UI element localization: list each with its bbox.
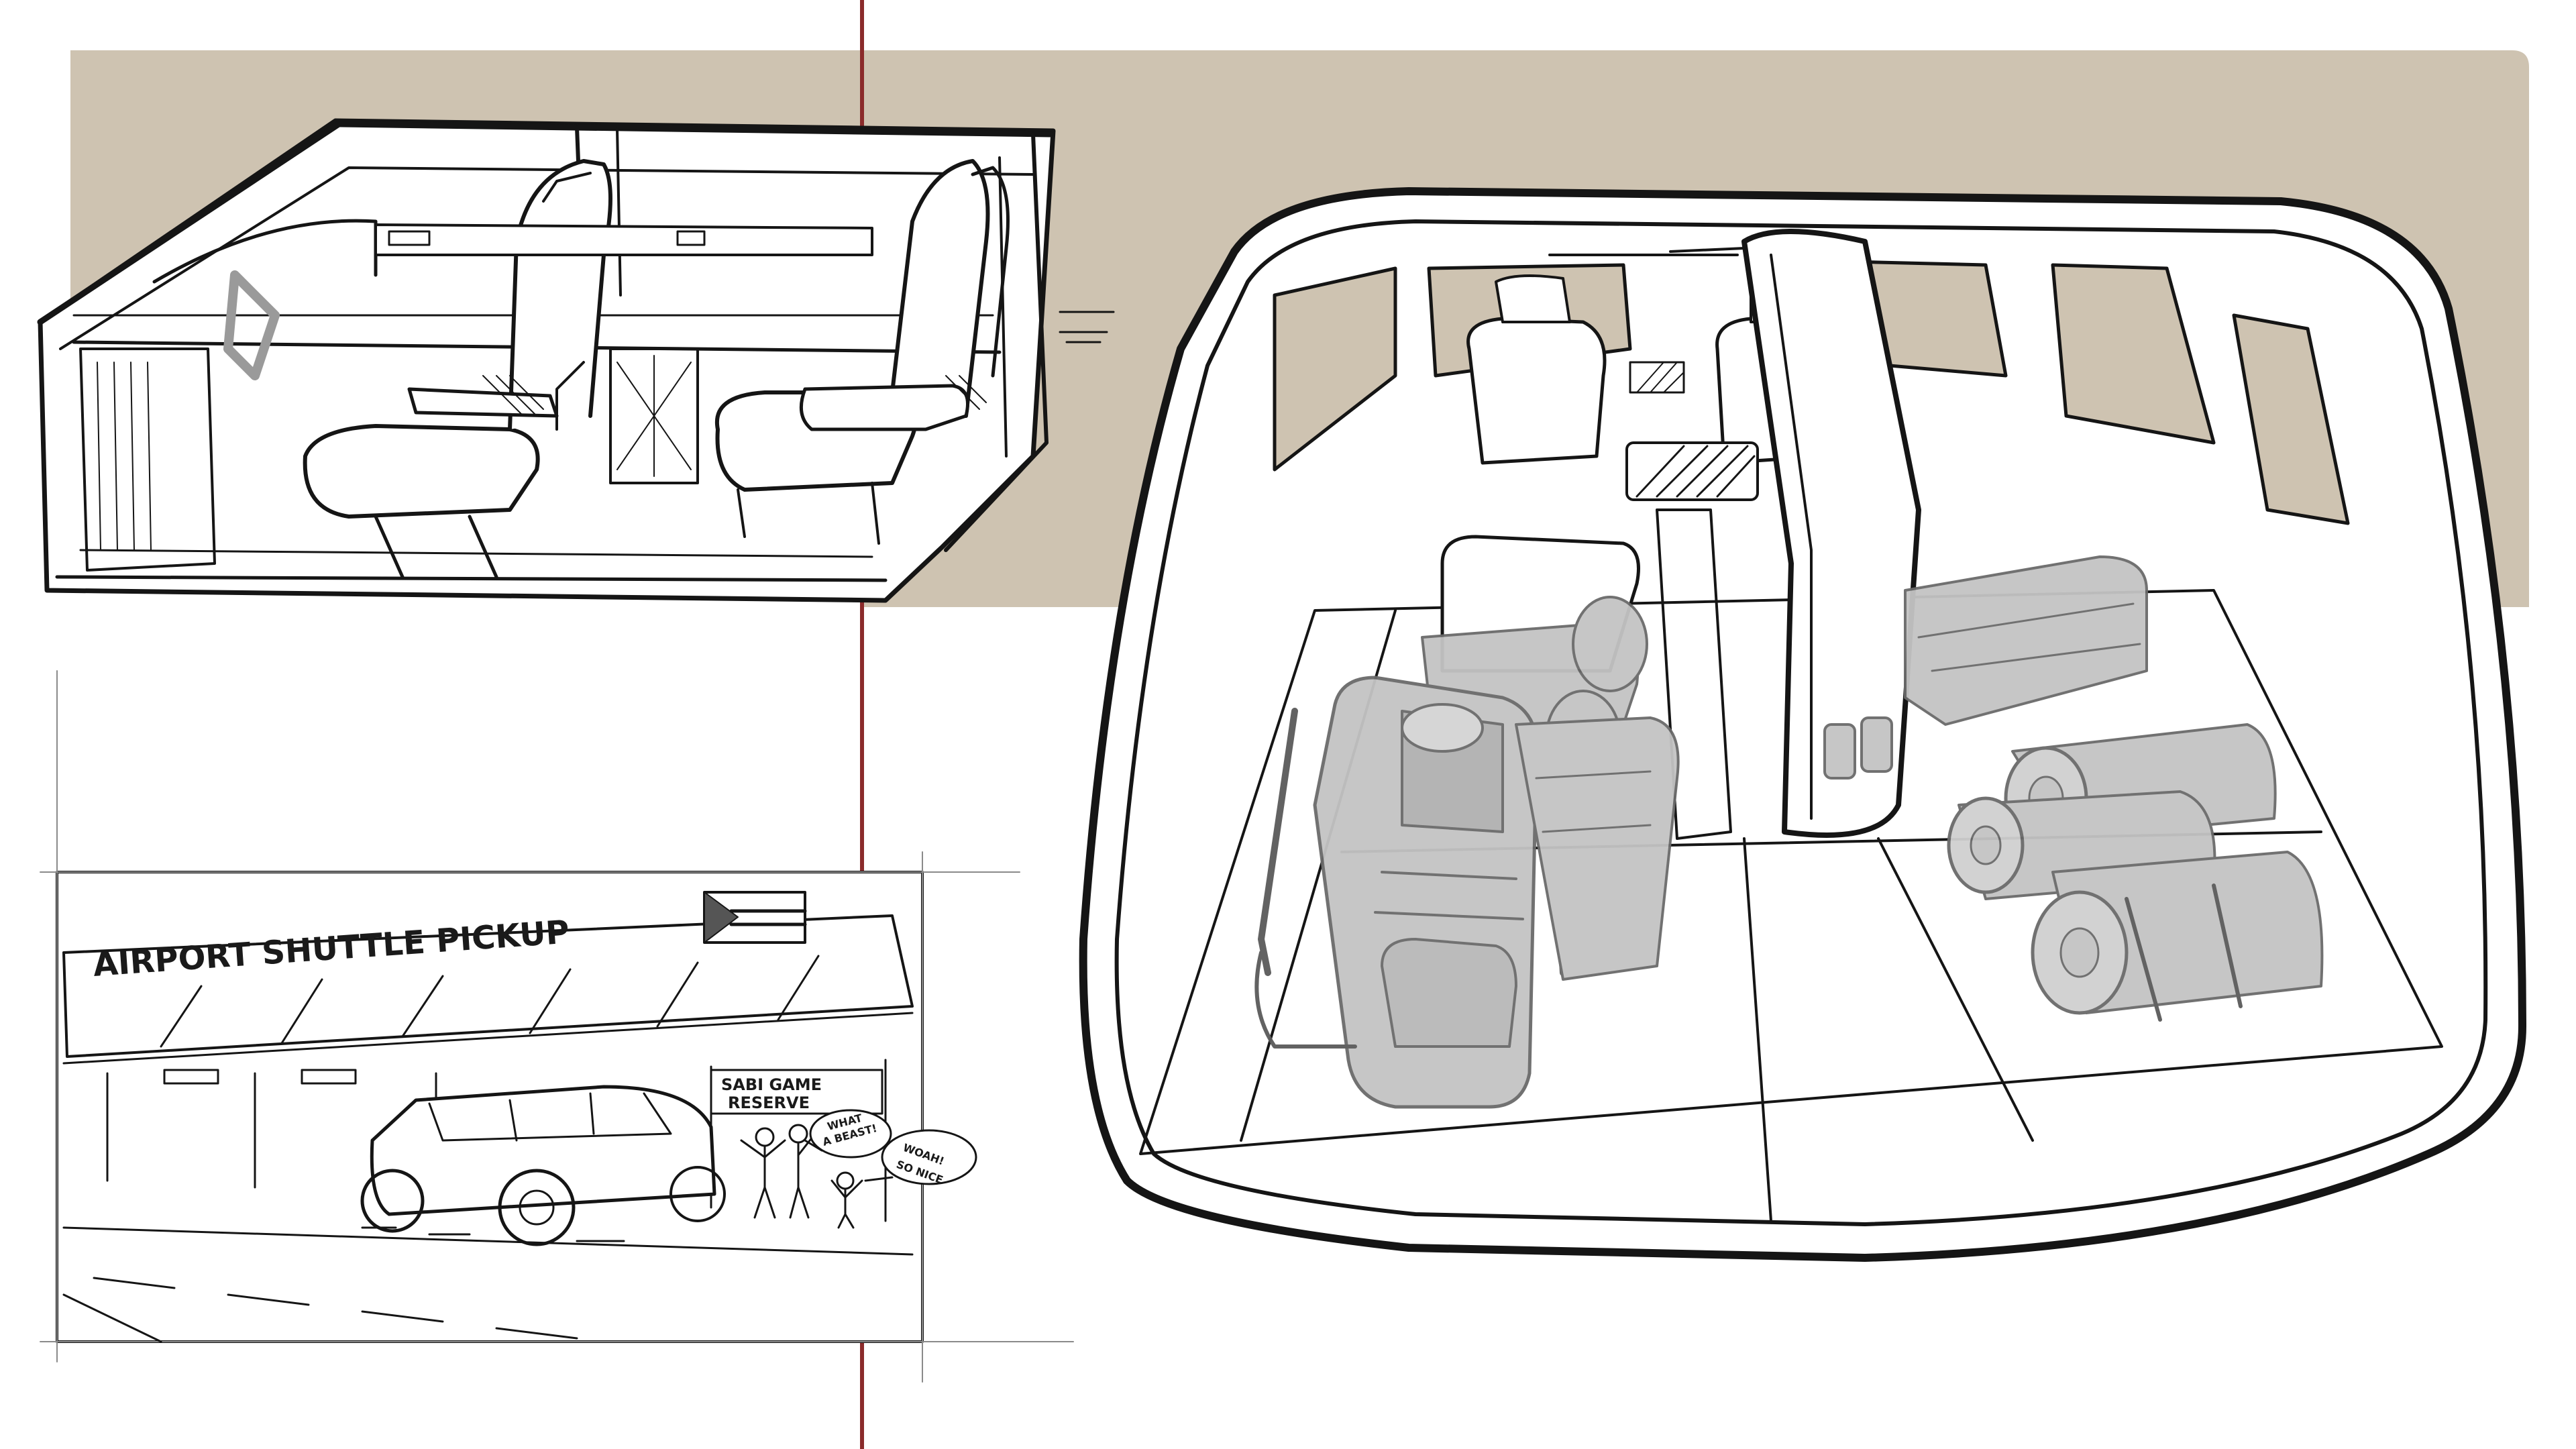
sign-text-line1: SABI GAME (721, 1075, 822, 1094)
flag-icon (703, 891, 807, 944)
cargo-interior-sketch (1079, 187, 2526, 1262)
sketch-sheet: AIRPORT SHUTTLE PICKUP SABI GAME RESERVE… (37, 0, 2529, 1449)
sign-text-line2: RESERVE (728, 1093, 810, 1112)
storyboard-frame (40, 670, 1074, 1383)
